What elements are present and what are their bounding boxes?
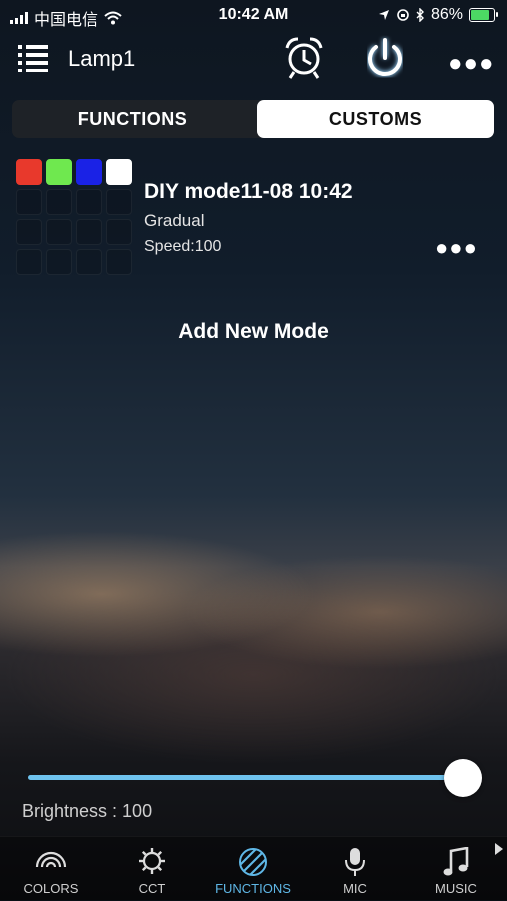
rainbow-icon [35, 851, 67, 868]
color-swatch-empty [16, 189, 42, 215]
battery-icon [469, 8, 498, 22]
color-swatch [106, 159, 132, 185]
color-swatch [76, 159, 102, 185]
tab-mic[interactable]: MIC [305, 837, 405, 901]
tab-cct[interactable]: CCT [102, 837, 202, 901]
mode-type: Gradual [144, 211, 205, 230]
color-swatch-empty [46, 219, 72, 245]
microphone-icon [345, 848, 365, 876]
color-swatch-empty [16, 249, 42, 275]
brightness-slider[interactable] [28, 758, 482, 798]
alarm-clock-icon[interactable] [283, 36, 325, 80]
device-name: Lamp1 [68, 46, 136, 71]
slider-track[interactable] [28, 775, 462, 780]
mode-title: DIY mode11-08 10:42 [144, 180, 353, 203]
status-bar: 中国电信 10:42 AM 86% [0, 0, 507, 30]
tab-label: MUSIC [435, 881, 477, 896]
color-swatch [16, 159, 42, 185]
location-arrow-icon [378, 10, 389, 20]
color-swatch-empty [46, 249, 72, 275]
color-swatch [46, 159, 72, 185]
tab-colors[interactable]: COLORS [1, 837, 101, 901]
mode-more-icon[interactable]: ●●● [435, 235, 478, 261]
sun-gear-icon [139, 848, 165, 874]
color-swatch-empty [106, 189, 132, 215]
color-swatch-empty [76, 219, 102, 245]
list-menu-icon[interactable] [18, 44, 48, 72]
color-swatch-empty [76, 189, 102, 215]
tab-music[interactable]: MUSIC [406, 837, 506, 901]
music-note-icon [443, 847, 469, 876]
tab-label: COLORS [23, 881, 79, 896]
tab-label: CCT [138, 881, 166, 896]
striped-circle-icon [239, 848, 267, 876]
app-header: Lamp1 ●●● [0, 32, 507, 86]
mode-segment-control: FUNCTIONS CUSTOMS [12, 100, 494, 138]
custom-mode-card[interactable]: DIY mode11-08 10:42 Gradual Speed:100 ●●… [0, 150, 507, 280]
brightness-label: Brightness : 100 [22, 801, 153, 821]
mode-speed: Speed:100 [144, 238, 222, 255]
color-swatch-empty [76, 249, 102, 275]
bottom-tab-bar: COLORS CCT FUNCTIONS MIC MUSIC [0, 836, 507, 901]
more-options-icon[interactable]: ●●● [448, 50, 495, 78]
tab-label: FUNCTIONS [215, 881, 291, 896]
tab-customs[interactable]: CUSTOMS [257, 100, 494, 138]
color-swatch-empty [106, 249, 132, 275]
color-swatch-empty [106, 219, 132, 245]
next-tabs-arrow-icon[interactable] [494, 842, 504, 856]
bluetooth-icon [416, 8, 424, 22]
tab-label: MIC [343, 881, 367, 896]
color-swatch-empty [46, 189, 72, 215]
power-icon[interactable] [360, 34, 410, 84]
battery-percent: 86% [430, 6, 463, 23]
color-swatch-empty [16, 219, 42, 245]
rotation-lock-icon [397, 9, 409, 21]
slider-thumb[interactable] [444, 759, 482, 797]
add-new-mode-button[interactable]: Add New Mode [0, 320, 507, 344]
tab-functions[interactable]: FUNCTIONS [12, 100, 253, 138]
color-swatch-grid [16, 159, 132, 275]
tab-functions-bottom[interactable]: FUNCTIONS [203, 837, 303, 901]
